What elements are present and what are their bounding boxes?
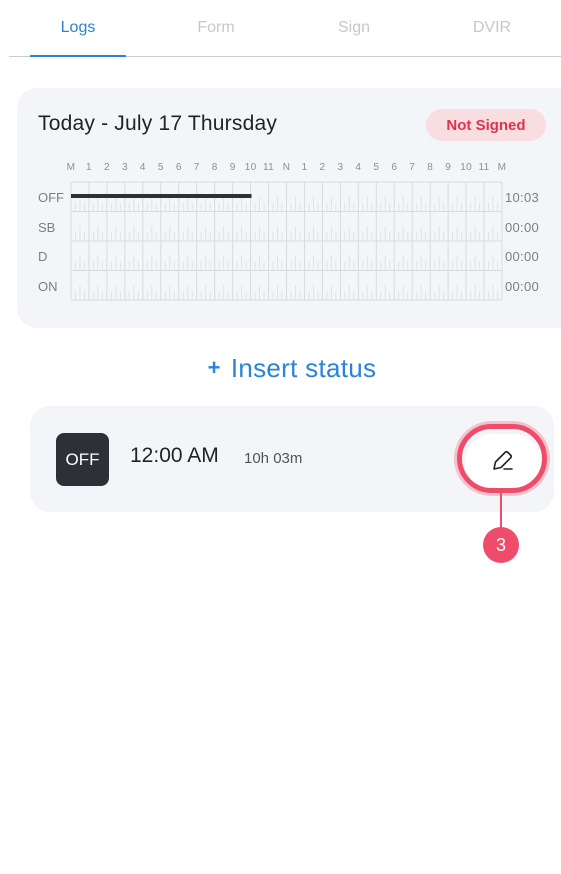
row-total-sb: 00:00 [505,219,540,235]
plus-icon: + [207,355,221,380]
hour-label: 9 [229,162,236,173]
hour-label: 3 [121,162,128,173]
hour-label: 1 [86,162,92,173]
tab-logs[interactable]: Logs [9,0,147,57]
hour-label: 10 [460,162,472,173]
day-log-card: Today - July 17 Thursday Not Signed [17,88,561,328]
entry-duration: 10h 03m [244,450,303,467]
tab-sign[interactable]: Sign [285,0,423,56]
row-total-on: 00:00 [505,278,540,294]
hour-label: M [66,162,76,173]
tab-bar: Logs Form Sign DVIR [9,0,561,57]
row-label-on: ON [38,278,58,294]
row-total-off: 10:03 [505,189,540,205]
row-total-d: 00:00 [505,248,540,264]
entry-time: 12:00 AM [130,444,219,467]
row-label-d: D [38,248,48,264]
pencil-icon [490,447,516,478]
insert-status-label: Insert status [230,352,377,383]
hour-label: 5 [373,162,380,173]
hour-label: 7 [193,162,200,173]
hour-label: 8 [211,162,218,173]
tab-form[interactable]: Form [147,0,285,56]
signed-status-badge: Not Signed [426,109,546,141]
insert-status-button[interactable]: + Insert status [0,350,561,386]
log-entry-row[interactable]: OFF 12:00 AM 10h 03m [30,406,554,512]
hour-label: 8 [427,162,434,173]
hour-label: 2 [103,162,110,173]
hour-label: 4 [139,162,146,173]
hour-label: 9 [445,162,452,173]
hour-label: M [497,162,507,173]
hour-label: 11 [263,162,275,173]
hour-label: 6 [175,162,182,173]
row-label-sb: SB [38,219,56,235]
hour-label: 2 [319,162,326,173]
callout-line [500,493,502,529]
hour-label: 10 [244,162,257,173]
hour-label: 11 [478,162,490,173]
hour-label: 1 [301,162,308,173]
edit-button[interactable] [465,434,541,490]
hour-label: 4 [355,162,362,173]
day-title: Today - July 17 Thursday [38,112,278,135]
hour-label: N [282,162,291,173]
tab-dvir[interactable]: DVIR [423,0,561,56]
hour-label: 7 [409,162,416,173]
hour-label: 6 [391,162,398,173]
status-badge-off: OFF [56,433,109,486]
row-label-off: OFF [38,189,64,205]
hour-label: 3 [337,162,344,173]
callout-number-badge: 3 [483,527,519,563]
hour-label: 5 [157,162,164,173]
